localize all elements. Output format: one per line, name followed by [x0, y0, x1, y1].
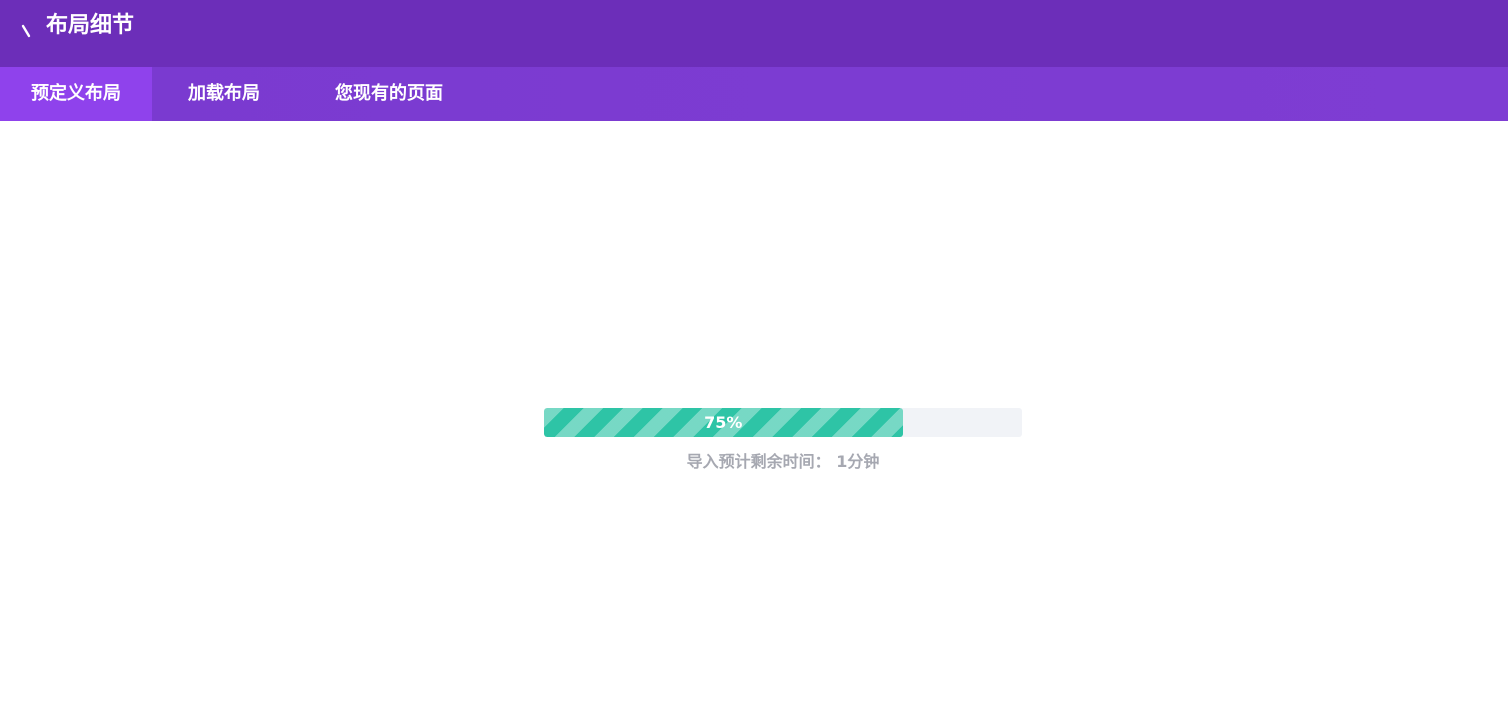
title-bar: 布局细节 [0, 0, 1508, 67]
page-title: 布局细节 [46, 13, 135, 38]
tab-bar: 预定义布局 加载布局 您现有的页面 [0, 67, 1508, 121]
progress-percent-label: 75% [704, 413, 743, 432]
import-progress-bar: 75% [544, 408, 1022, 437]
tab-existing-pages[interactable]: 您现有的页面 [296, 67, 482, 121]
import-eta-text: 导入预计剩余时间： 1分钟 [686, 452, 880, 471]
progress-fill: 75% [544, 408, 903, 437]
back-arrow-icon[interactable] [20, 24, 34, 38]
tab-predefined-layouts[interactable]: 预定义布局 [0, 67, 152, 121]
tab-load-layout[interactable]: 加载布局 [152, 67, 296, 121]
app-window: 布局细节 预定义布局 加载布局 您现有的页面 75% 导入预计剩余时间： 1分钟 [0, 0, 1508, 723]
